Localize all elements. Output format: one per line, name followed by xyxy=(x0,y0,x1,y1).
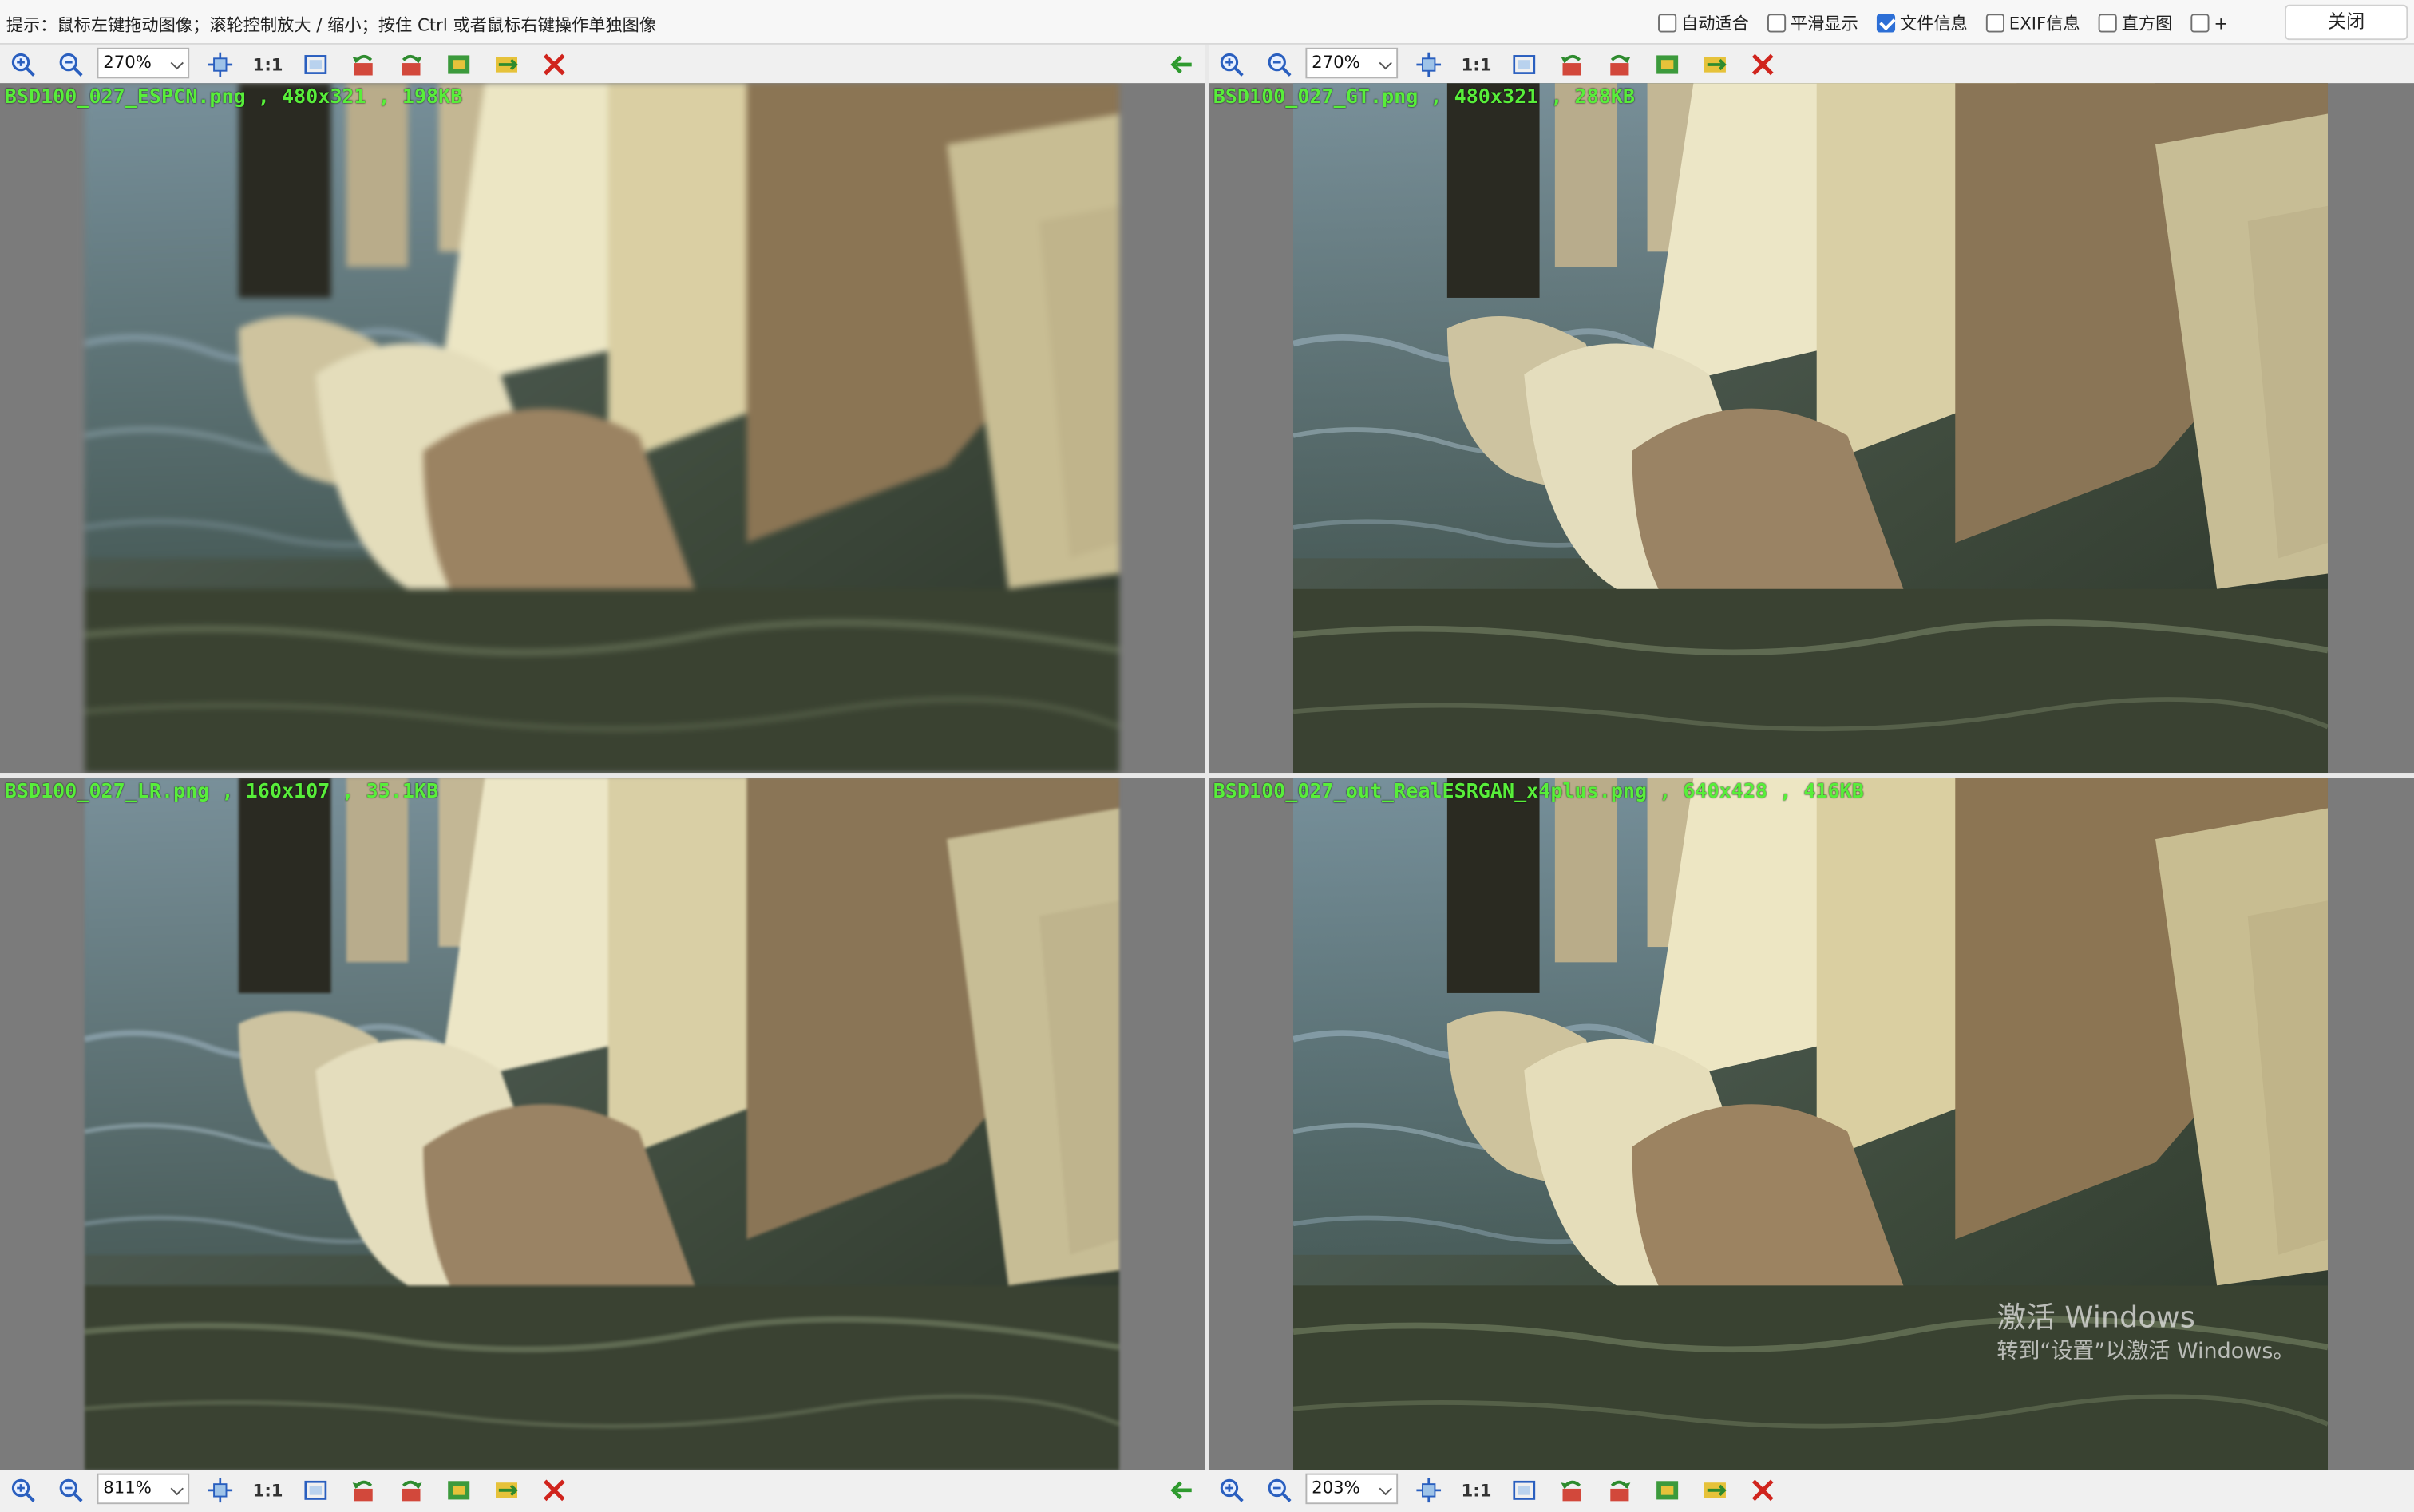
fit-icon[interactable] xyxy=(1413,1475,1444,1506)
zoom-out-icon[interactable] xyxy=(1264,49,1295,81)
camel-image xyxy=(85,83,1119,773)
option-exif-info[interactable]: EXIF信息 xyxy=(1985,10,2080,35)
frame-icon[interactable] xyxy=(1509,49,1540,81)
rotate-left-icon[interactable] xyxy=(348,1475,379,1506)
option-file-info[interactable]: 文件信息 xyxy=(1876,10,1968,35)
one-to-one-button[interactable]: 1:1 xyxy=(1461,1475,1492,1506)
image-view[interactable]: BSD100_027_ESPCN.png , 480x321 , 198KB xyxy=(0,83,1206,774)
camel-image xyxy=(1293,778,2328,1470)
swap-icon[interactable] xyxy=(491,1475,522,1506)
pane-top-left: 270% 1:1 BSD100_027_ESPCN.png , 480x321 … xyxy=(0,44,1206,774)
close-x-icon[interactable] xyxy=(539,1475,570,1506)
pane-divider-horizontal[interactable] xyxy=(0,773,2414,778)
zoom-select[interactable]: 811% xyxy=(97,1473,190,1505)
option-histogram[interactable]: 直方图 xyxy=(2098,10,2172,35)
zoom-in-icon[interactable] xyxy=(1217,1475,1248,1506)
zoom-select[interactable]: 203% xyxy=(1305,1473,1399,1505)
file-caption: BSD100_027_LR.png , 160x107 , 35.1KB xyxy=(4,780,439,804)
image-compare-app: 提示：鼠标左键拖动图像；滚轮控制放大 / 缩小；按住 Ctrl 或者鼠标右键操作… xyxy=(0,0,2414,1512)
camel-image xyxy=(85,778,1119,1470)
zoom-out-icon[interactable] xyxy=(55,1475,86,1506)
frame-icon[interactable] xyxy=(300,49,331,81)
swap-icon[interactable] xyxy=(491,49,522,81)
pane-toolbar: 811% 1:1 xyxy=(0,1470,1206,1512)
fit-icon[interactable] xyxy=(204,1475,235,1506)
chevron-down-icon xyxy=(170,56,184,70)
zoom-in-icon[interactable] xyxy=(1217,49,1248,81)
image-view[interactable]: BSD100_027_LR.png , 160x107 , 35.1KB xyxy=(0,777,1206,1470)
pane-bottom-right: BSD100_027_out_RealESRGAN_x4plus.png , 6… xyxy=(1208,777,2414,1512)
zoom-in-icon[interactable] xyxy=(8,49,39,81)
chevron-down-icon xyxy=(1379,56,1392,70)
flip-icon[interactable] xyxy=(443,1475,474,1506)
zoom-in-icon[interactable] xyxy=(8,1475,39,1506)
swap-icon[interactable] xyxy=(1700,1475,1731,1506)
options-group: 自动适合 平滑显示 文件信息 EXIF信息 直方图 + xyxy=(1658,10,2246,35)
pane-top-right: 270% 1:1 BSD100_027_GT.png , 480x321 , 2… xyxy=(1208,44,2414,774)
swap-icon[interactable] xyxy=(1700,49,1731,81)
file-caption: BSD100_027_ESPCN.png , 480x321 , 198KB xyxy=(4,85,463,109)
fit-icon[interactable] xyxy=(1413,49,1444,81)
rotate-right-icon[interactable] xyxy=(396,49,427,81)
prev-arrow-icon[interactable] xyxy=(1167,1475,1198,1506)
hint-bar: 提示：鼠标左键拖动图像；滚轮控制放大 / 缩小；按住 Ctrl 或者鼠标右键操作… xyxy=(0,0,2414,45)
close-x-icon[interactable] xyxy=(539,49,570,81)
close-button[interactable]: 关闭 xyxy=(2284,4,2408,41)
checkbox[interactable] xyxy=(1658,14,1677,33)
one-to-one-button[interactable]: 1:1 xyxy=(252,1475,283,1506)
rotate-right-icon[interactable] xyxy=(396,1475,427,1506)
pane-divider-vertical[interactable] xyxy=(1205,44,1209,1470)
activation-watermark-title: 激活 Windows xyxy=(1996,1300,2195,1336)
hint-text: 提示：鼠标左键拖动图像；滚轮控制放大 / 缩小；按住 Ctrl 或者鼠标右键操作… xyxy=(6,15,657,36)
pane-toolbar: 270% 1:1 xyxy=(0,44,1206,84)
frame-icon[interactable] xyxy=(300,1475,331,1506)
one-to-one-button[interactable]: 1:1 xyxy=(1461,49,1492,81)
option-smooth-display[interactable]: 平滑显示 xyxy=(1767,10,1858,35)
zoom-select[interactable]: 270% xyxy=(1305,47,1399,79)
one-to-one-button[interactable]: 1:1 xyxy=(252,49,283,81)
close-x-icon[interactable] xyxy=(1747,49,1779,81)
image-view[interactable]: BSD100_027_GT.png , 480x321 , 288KB xyxy=(1208,83,2414,774)
checkbox[interactable] xyxy=(1767,14,1787,33)
chevron-down-icon xyxy=(170,1482,184,1496)
activation-watermark-subtitle: 转到“设置”以激活 Windows。 xyxy=(1996,1339,2295,1364)
frame-icon[interactable] xyxy=(1509,1475,1540,1506)
checkbox[interactable] xyxy=(1876,14,1896,33)
prev-arrow-icon[interactable] xyxy=(1167,49,1198,81)
rotate-left-icon[interactable] xyxy=(1557,49,1588,81)
file-caption: BSD100_027_out_RealESRGAN_x4plus.png , 6… xyxy=(1213,780,1864,804)
flip-icon[interactable] xyxy=(1652,49,1683,81)
pane-bottom-left: BSD100_027_LR.png , 160x107 , 35.1KB 811… xyxy=(0,777,1206,1512)
zoom-out-icon[interactable] xyxy=(55,49,86,81)
file-caption: BSD100_027_GT.png , 480x321 , 288KB xyxy=(1213,85,1636,109)
flip-icon[interactable] xyxy=(443,49,474,81)
fit-icon[interactable] xyxy=(204,49,235,81)
option-auto-fit[interactable]: 自动适合 xyxy=(1658,10,1749,35)
checkbox[interactable] xyxy=(2098,14,2117,33)
checkbox[interactable] xyxy=(2190,14,2210,33)
close-x-icon[interactable] xyxy=(1747,1475,1779,1506)
pane-toolbar: 203% 1:1 xyxy=(1208,1470,2414,1512)
rotate-right-icon[interactable] xyxy=(1605,49,1636,81)
zoom-select[interactable]: 270% xyxy=(97,47,190,79)
chevron-down-icon xyxy=(1379,1482,1392,1496)
option-plus[interactable]: + xyxy=(2190,13,2228,33)
flip-icon[interactable] xyxy=(1652,1475,1683,1506)
rotate-right-icon[interactable] xyxy=(1605,1475,1636,1506)
pane-toolbar: 270% 1:1 xyxy=(1208,44,2414,84)
rotate-left-icon[interactable] xyxy=(1557,1475,1588,1506)
checkbox[interactable] xyxy=(1985,14,2004,33)
zoom-out-icon[interactable] xyxy=(1264,1475,1295,1506)
image-view[interactable]: BSD100_027_out_RealESRGAN_x4plus.png , 6… xyxy=(1208,777,2414,1470)
camel-image xyxy=(1293,83,2328,773)
rotate-left-icon[interactable] xyxy=(348,49,379,81)
